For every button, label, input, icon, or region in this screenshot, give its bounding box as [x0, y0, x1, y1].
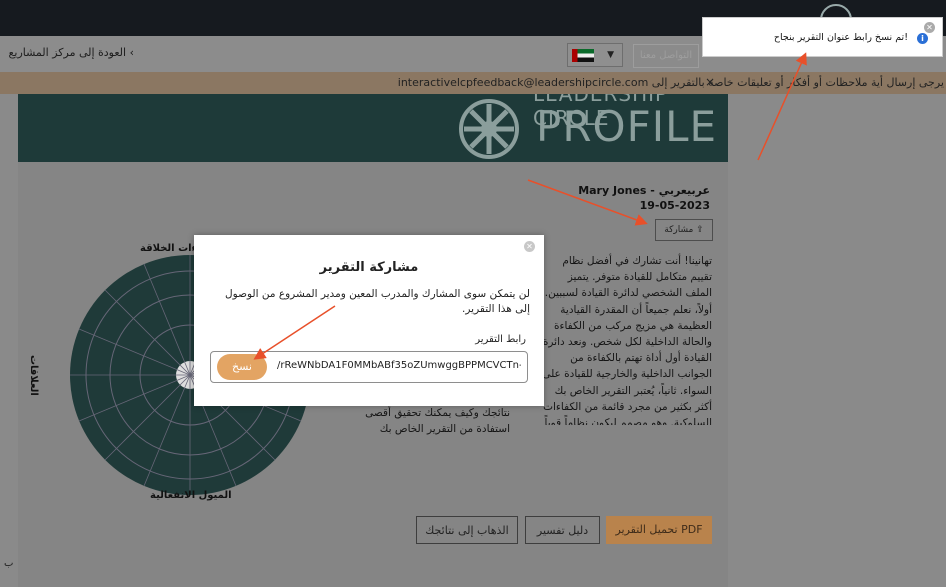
arrow-to-toast — [757, 52, 807, 161]
annotation-arrows — [253, 52, 807, 360]
arrow-to-share-button — [527, 179, 648, 226]
arrow-to-copy-button — [253, 305, 336, 360]
